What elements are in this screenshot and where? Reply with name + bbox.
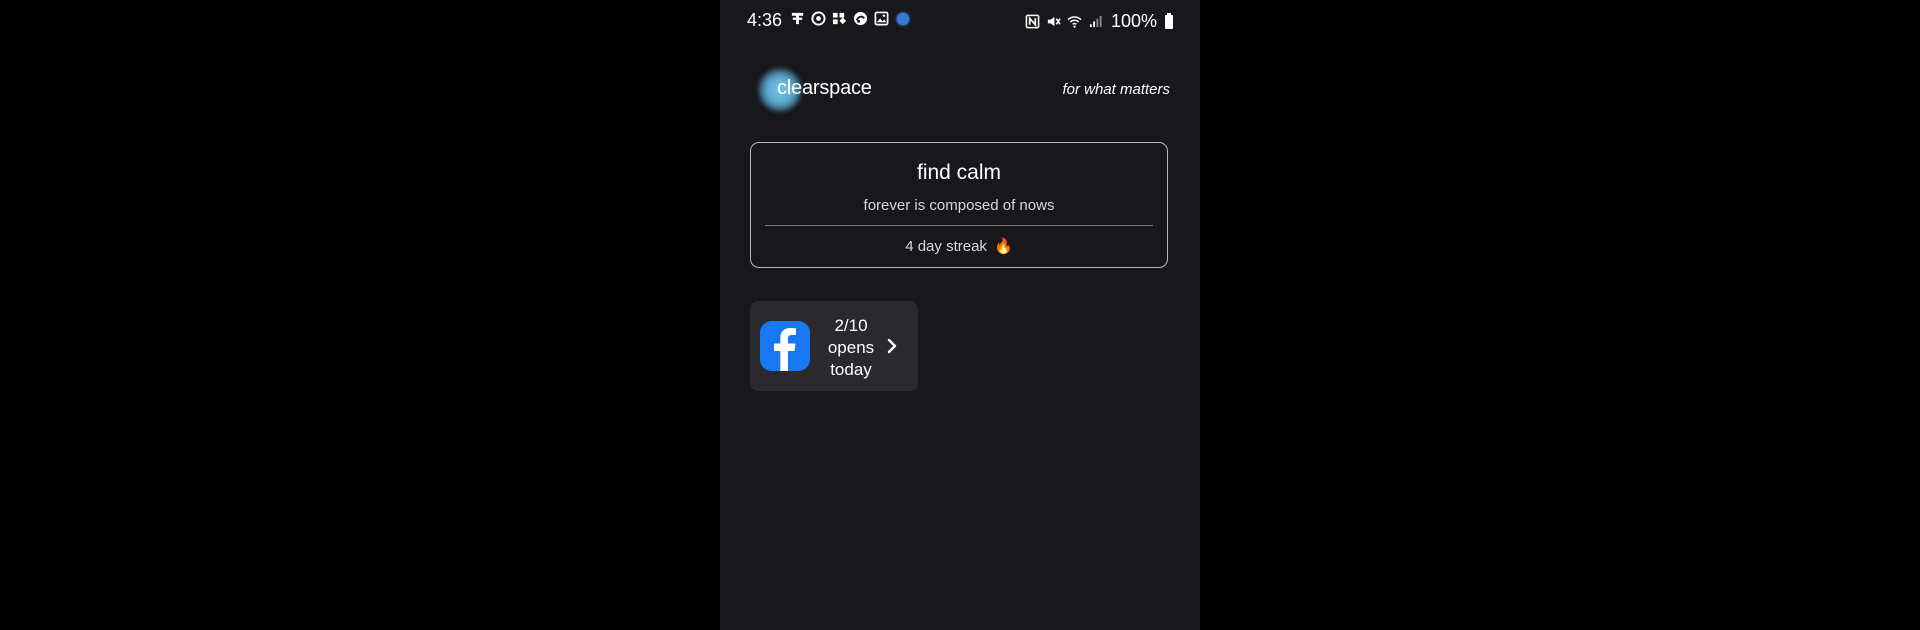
status-bar: 4:36 100% (720, 0, 1200, 40)
battery-icon (1165, 12, 1173, 29)
facebook-app-tile[interactable]: 2/10 opens today (750, 301, 918, 391)
image-icon (874, 11, 889, 26)
calm-card: find calm forever is composed of nows 4 … (750, 142, 1168, 268)
battery-percent: 100% (1110, 11, 1157, 31)
system-icons: 100% (1025, 11, 1173, 32)
target-icon (811, 11, 826, 26)
signal-icon (1088, 14, 1103, 29)
status-time: 4:36 (747, 10, 783, 30)
nfc-icon (1025, 14, 1040, 29)
opens-counter: 2/10 opens today (820, 315, 882, 381)
app-logo: clearspace (777, 77, 872, 99)
opens-count: 2/10 (834, 316, 868, 335)
palette-icon (853, 11, 868, 26)
phone-screen: 4:36 100% clearspace for what matters fi… (720, 0, 1200, 630)
card-title: find calm (916, 161, 1002, 184)
tagline: for what matters (1062, 81, 1170, 98)
card-divider (765, 225, 1153, 226)
blue-dot-icon (897, 12, 909, 25)
mute-icon (1046, 14, 1061, 29)
streak-row: 4 day streak 🔥 (751, 237, 1167, 255)
today-label: today (830, 360, 872, 379)
card-quote: forever is composed of nows (863, 197, 1055, 214)
fire-icon: 🔥 (994, 238, 1013, 255)
opens-label: opens (827, 338, 875, 357)
wifi-icon (1067, 14, 1082, 29)
download-icon (790, 11, 805, 26)
apps-grid-icon (832, 11, 847, 26)
chevron-right-icon[interactable] (885, 336, 899, 356)
streak-text: 4 day streak (905, 238, 987, 255)
notification-icons (790, 11, 909, 26)
facebook-icon (760, 321, 810, 371)
